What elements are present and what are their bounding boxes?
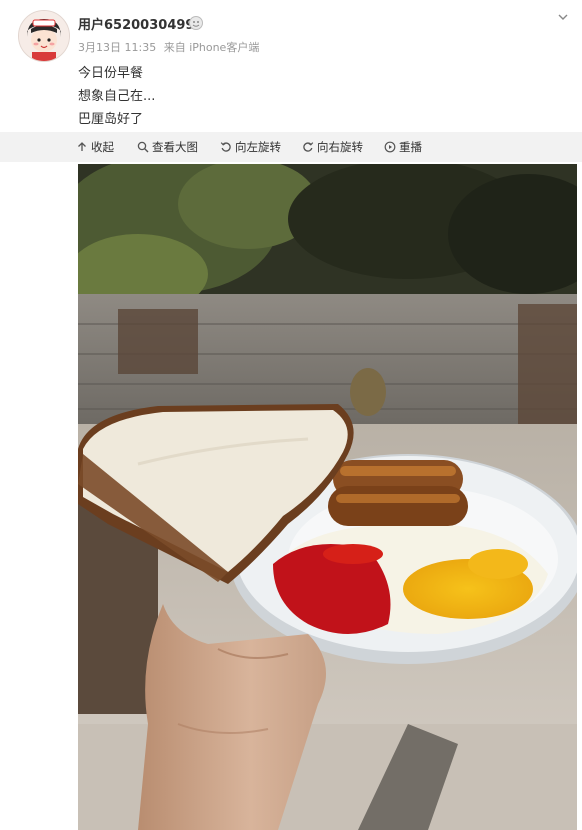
rotate-left-icon <box>220 142 231 152</box>
username[interactable]: 用户6520030499 <box>78 14 194 33</box>
image-toolbar: 收起 查看大图 向左旋转 向右旋转 重播 <box>0 132 582 162</box>
post-photo[interactable] <box>78 164 577 830</box>
view-large-button[interactable]: 查看大图 <box>137 139 198 155</box>
rotate-left-label: 向左旋转 <box>235 140 281 154</box>
replay-label: 重播 <box>399 140 422 154</box>
rotate-right-icon <box>303 142 314 152</box>
post-text-line-2: 想象自己在... <box>78 89 156 104</box>
avatar[interactable] <box>18 10 70 62</box>
vip-icon <box>189 16 203 30</box>
post-header: 用户6520030499 3月13日 11:35 来自 iPhone客户端 今日… <box>0 0 582 132</box>
rotate-right-label: 向右旋转 <box>317 140 363 154</box>
magnifier-icon <box>137 141 149 153</box>
post-date[interactable]: 3月13日 11:35 <box>78 41 156 54</box>
play-circle-icon <box>384 141 396 153</box>
replay-button[interactable]: 重播 <box>384 139 422 155</box>
collapse-label: 收起 <box>91 140 114 154</box>
rotate-left-button[interactable]: 向左旋转 <box>220 139 281 155</box>
post-text-line-3: 巴厘岛好了 <box>78 112 144 127</box>
view-large-label: 查看大图 <box>152 140 198 154</box>
expand-chevron-icon[interactable] <box>556 10 570 24</box>
breakfast-photo <box>78 164 577 830</box>
arrow-up-icon <box>78 142 86 151</box>
collapse-button[interactable]: 收起 <box>76 139 114 155</box>
rotate-right-button[interactable]: 向右旋转 <box>302 139 363 155</box>
post-meta: 3月13日 11:35 来自 iPhone客户端 <box>78 39 263 55</box>
post-source[interactable]: 来自 iPhone客户端 <box>164 41 260 54</box>
post-text-line-1: 今日份早餐 <box>78 66 144 81</box>
